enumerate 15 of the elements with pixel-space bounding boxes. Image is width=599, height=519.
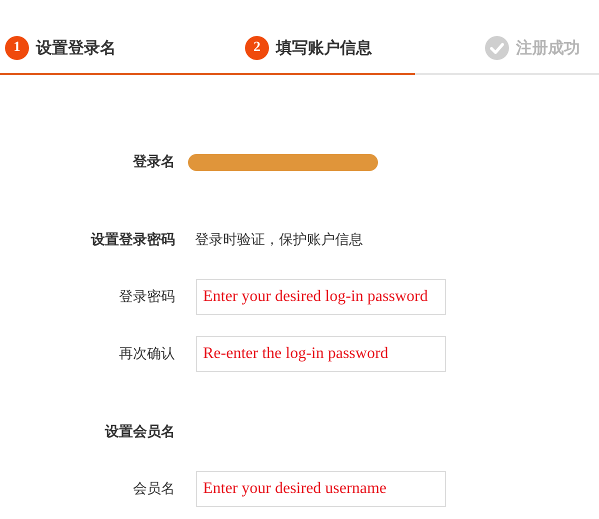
- step-label: 设置登录名: [36, 38, 116, 58]
- field-label: 会员名: [132, 480, 175, 498]
- step-label: 注册成功: [516, 38, 580, 58]
- input-field[interactable]: Enter your desired log-in password: [196, 279, 446, 315]
- input-field[interactable]: Enter your desired username: [196, 471, 446, 507]
- hint-text: 登录时验证，保护账户信息: [195, 231, 363, 249]
- field-label: 设置登录密码: [90, 231, 175, 249]
- step-number: 2: [245, 36, 269, 60]
- field-label: 登录密码: [118, 288, 175, 306]
- input-field[interactable]: Re-enter the log-in password: [196, 336, 446, 372]
- step-label: 填写账户信息: [276, 38, 372, 58]
- field-label: 设置会员名: [104, 423, 175, 441]
- field-label: 再次确认: [118, 345, 175, 363]
- step-number: 1: [5, 36, 29, 60]
- field-label: 登录名: [132, 153, 175, 171]
